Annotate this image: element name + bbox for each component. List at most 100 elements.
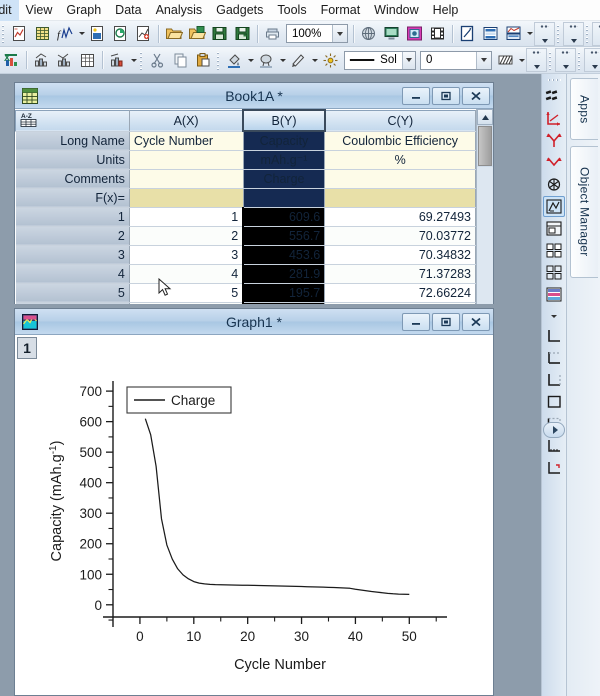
scatter-plot-icon[interactable]: X xyxy=(1,50,22,71)
new-matrix-icon[interactable] xyxy=(87,23,108,44)
pattern-fill-dropdown-icon[interactable] xyxy=(517,50,526,70)
open-project-icon[interactable] xyxy=(163,23,184,44)
cell-b3[interactable]: 453.6 xyxy=(243,245,325,264)
bar-plot-icon[interactable] xyxy=(77,50,98,71)
worksheet-vertical-scrollbar[interactable] xyxy=(476,109,493,304)
tab-apps[interactable]: Apps xyxy=(570,78,598,140)
graph-title-bar[interactable]: Graph1 * xyxy=(15,309,493,335)
menu-item-window[interactable]: Window xyxy=(367,0,425,21)
graph-window[interactable]: Graph1 * 1 xyxy=(14,308,494,696)
fx-a[interactable] xyxy=(129,188,243,207)
long-name-c[interactable]: Coulombic Efficiency xyxy=(325,131,476,150)
menu-item-graph[interactable]: Graph xyxy=(59,0,108,21)
toolbar-overflow-button-3[interactable] xyxy=(592,22,600,46)
new-workbook-icon[interactable] xyxy=(32,23,53,44)
cell-a5[interactable]: 5 xyxy=(129,283,243,302)
cell-a4[interactable]: 4 xyxy=(129,264,243,283)
import-multiple-icon[interactable] xyxy=(404,23,425,44)
units-b[interactable]: mAh.g⁻¹ xyxy=(243,150,325,169)
merge-layers-icon[interactable] xyxy=(543,240,565,261)
stack-column-icon[interactable] xyxy=(54,50,75,71)
toolbar-grip[interactable] xyxy=(585,24,590,43)
fx-c[interactable] xyxy=(325,188,476,207)
merge-graph-dropdown-icon[interactable] xyxy=(525,24,534,44)
line-style-combo[interactable]: Sol xyxy=(344,51,416,70)
open-excel-icon[interactable] xyxy=(186,23,207,44)
graph-restore-button[interactable] xyxy=(432,313,460,331)
vertical-toolbar-grip[interactable] xyxy=(548,78,561,83)
layer-contents-dock-icon[interactable] xyxy=(543,284,565,305)
tab-object-manager[interactable]: Object Manager xyxy=(570,146,598,278)
toolbar-grip[interactable] xyxy=(577,51,582,70)
layer-badge[interactable]: 1 xyxy=(17,337,37,359)
scroll-up-button[interactable] xyxy=(477,109,493,125)
toolbar-grip[interactable] xyxy=(1,24,6,43)
row-number[interactable]: 6 xyxy=(16,302,130,304)
cell-c5[interactable]: 72.66224 xyxy=(325,283,476,302)
cell-c2[interactable]: 70.03772 xyxy=(325,226,476,245)
copy-icon[interactable] xyxy=(170,50,191,71)
right-y-axis-icon[interactable] xyxy=(543,370,565,391)
column-header-b[interactable]: B(Y) xyxy=(243,110,325,131)
save-template-icon[interactable] xyxy=(232,23,253,44)
menu-item-help[interactable]: Help xyxy=(426,0,466,21)
units-c[interactable]: % xyxy=(325,150,476,169)
new-layout-icon[interactable] xyxy=(110,23,131,44)
axis-scale-icon[interactable] xyxy=(543,458,565,479)
cell-c1[interactable]: 69.27493 xyxy=(325,207,476,226)
fill-color-dropdown-icon[interactable] xyxy=(246,50,255,70)
toolbar-overflow-button-2[interactable] xyxy=(563,22,584,46)
new-graph-dropdown-icon[interactable] xyxy=(77,24,86,44)
toolbar-grip[interactable] xyxy=(556,24,561,43)
menu-item-format[interactable]: Format xyxy=(314,0,368,21)
workbook-restore-button[interactable] xyxy=(432,87,460,105)
menu-item-analysis[interactable]: Analysis xyxy=(149,0,210,21)
rescale-axes-icon[interactable] xyxy=(543,108,565,129)
comments-c[interactable] xyxy=(325,169,476,188)
cell-c4[interactable]: 71.37283 xyxy=(325,264,476,283)
units-a[interactable] xyxy=(129,150,243,169)
graph-page[interactable]: 1 010020030040050060070001020304050Cycle… xyxy=(15,335,493,695)
workbook-window[interactable]: Book1A * xyxy=(14,82,494,304)
new-layer-icon[interactable] xyxy=(543,174,565,195)
worksheet-grid[interactable]: A-Z A(X) B(Y) C(Y) xyxy=(15,109,476,304)
import-single-ascii-icon[interactable] xyxy=(381,23,402,44)
long-name-b[interactable]: Capacity xyxy=(243,131,325,150)
toolbar-grip[interactable] xyxy=(548,51,553,70)
top-x-axis-icon[interactable] xyxy=(543,348,565,369)
toolbar2-overflow-button-1[interactable] xyxy=(526,48,547,72)
toolbar-overflow-button-1[interactable] xyxy=(534,22,555,46)
cell-c3[interactable]: 70.34832 xyxy=(325,245,476,264)
properties-icon[interactable] xyxy=(320,50,341,71)
toolbar-grip[interactable] xyxy=(216,51,221,70)
sort-corner-cell[interactable]: A-Z xyxy=(16,110,130,131)
menu-item-tools[interactable]: Tools xyxy=(270,0,313,21)
axis-tick-icon[interactable] xyxy=(543,436,565,457)
workbook-minimize-button[interactable] xyxy=(402,87,430,105)
menu-item-gadgets[interactable]: Gadgets xyxy=(209,0,270,21)
print-icon[interactable] xyxy=(262,23,283,44)
line-color-dropdown-icon[interactable] xyxy=(310,50,319,70)
fx-b[interactable] xyxy=(243,188,325,207)
bottom-left-axes-icon[interactable] xyxy=(543,326,565,347)
full-frame-icon[interactable] xyxy=(543,392,565,413)
exchange-xy-icon[interactable] xyxy=(543,130,565,151)
cut-icon[interactable] xyxy=(147,50,168,71)
fill-color-icon[interactable] xyxy=(224,50,245,71)
zoom-level-dropdown-icon[interactable] xyxy=(332,25,347,42)
cell-b2[interactable]: 556.7 xyxy=(243,226,325,245)
cell-b4[interactable]: 281.9 xyxy=(243,264,325,283)
column-plot-icon[interactable] xyxy=(31,50,52,71)
cell-c6[interactable]: 73.04078 xyxy=(325,302,476,304)
menu-item-edit[interactable]: Edit xyxy=(0,0,19,21)
paste-icon[interactable] xyxy=(193,50,214,71)
menu-item-view[interactable]: View xyxy=(19,0,60,21)
toolbar-grip[interactable] xyxy=(139,51,144,70)
pattern-color-icon[interactable] xyxy=(256,50,277,71)
row-number[interactable]: 4 xyxy=(16,264,130,283)
comments-b[interactable]: Charge xyxy=(243,169,325,188)
grouped-column-dropdown-icon[interactable] xyxy=(129,50,138,70)
new-project-icon[interactable] xyxy=(9,23,30,44)
row-number[interactable]: 1 xyxy=(16,207,130,226)
import-wizard-icon[interactable] xyxy=(358,23,379,44)
